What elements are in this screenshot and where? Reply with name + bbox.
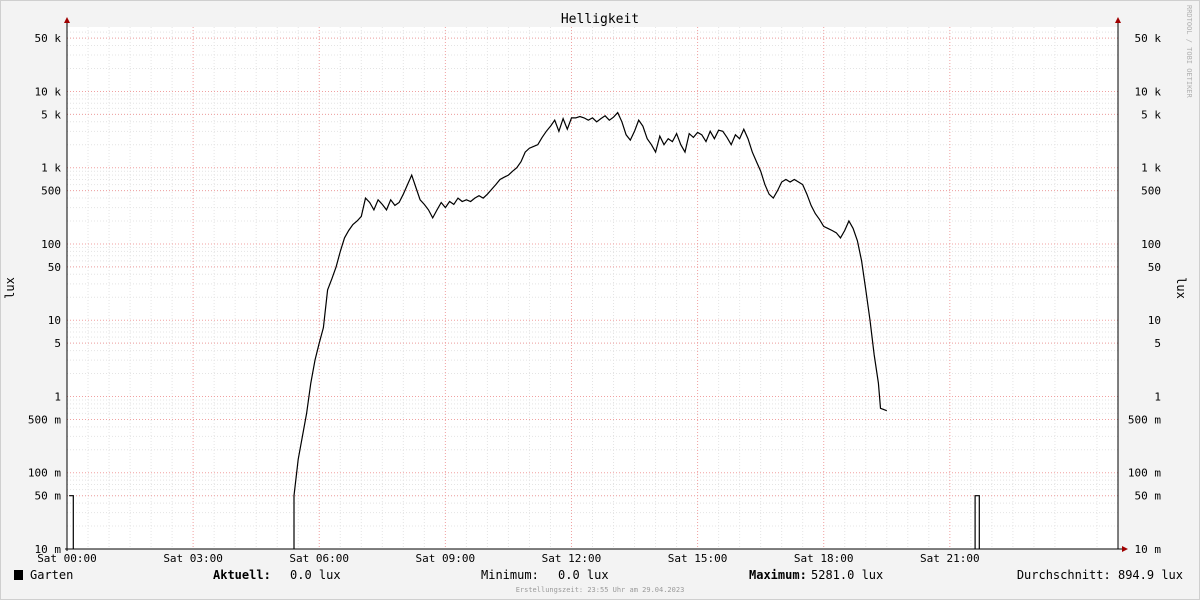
y-tick-label-left: 5 k [41, 108, 61, 121]
y-tick-label-right: 50 [1148, 261, 1161, 274]
y-tick-label-right: 5 [1154, 337, 1161, 350]
y-tick-label-left: 100 [41, 238, 61, 251]
y-tick-label-right: 10 [1148, 314, 1161, 327]
y-tick-label-right: 5 k [1141, 108, 1161, 121]
legend-avg: Durchschnitt: 894.9 lux [1017, 568, 1183, 582]
y-axis-label-left: lux [3, 277, 17, 299]
x-tick-label: Sat 09:00 [416, 552, 476, 565]
legend-max-label: Maximum: [749, 568, 807, 582]
y-tick-label-left: 50 [48, 261, 61, 274]
y-tick-label-left: 5 [54, 337, 61, 350]
y-tick-label-left: 1 k [41, 162, 61, 175]
y-tick-label-right: 10 m [1135, 543, 1162, 556]
y-tick-label-right: 100 [1141, 238, 1161, 251]
y-tick-label-left: 10 k [35, 85, 62, 98]
y-tick-label-right: 1 k [1141, 162, 1161, 175]
legend-avg-value: 894.9 lux [1118, 568, 1183, 582]
y-tick-label-right: 500 m [1128, 413, 1161, 426]
brightness-chart: 10 m 10 m50 m 50 m100 m 100 m500 m 500 m1 15 5… [0, 0, 1200, 600]
legend-current-value: 0.0 lux [290, 568, 341, 582]
y-tick-label-right: 1 [1154, 390, 1161, 403]
x-tick-label: Sat 00:00 [37, 552, 97, 565]
y-tick-label-left: 500 m [28, 413, 61, 426]
legend-current-label: Aktuell: [213, 568, 271, 582]
watermark: RRDTOOL / TOBI OETIKER [1185, 5, 1193, 99]
y-tick-label-left: 50 m [35, 490, 62, 503]
legend-avg-label: Durchschnitt: [1017, 568, 1111, 582]
y-tick-label-right: 100 m [1128, 467, 1161, 480]
x-tick-label: Sat 03:00 [163, 552, 223, 565]
y-tick-label-left: 1 [54, 390, 61, 403]
y-tick-label-left: 100 m [28, 467, 61, 480]
x-tick-label: Sat 15:00 [668, 552, 728, 565]
x-tick-label: Sat 18:00 [794, 552, 854, 565]
legend-min-label: Minimum: [481, 568, 539, 582]
y-tick-label-right: 500 [1141, 185, 1161, 198]
chart-title: Helligkeit [561, 12, 639, 27]
legend-min-value: 0.0 lux [558, 568, 609, 582]
y-tick-label-right: 50 m [1135, 490, 1162, 503]
footer-timestamp: Erstellungszeit: 23:55 Uhr am 29.04.2023 [516, 586, 685, 594]
legend-max-value: 5281.0 lux [811, 568, 883, 582]
y-tick-label-right: 10 k [1135, 85, 1162, 98]
legend-swatch [14, 570, 23, 580]
legend-series-label: Garten [30, 568, 73, 582]
y-tick-label-left: 50 k [35, 32, 62, 45]
y-tick-label-left: 500 [41, 185, 61, 198]
y-tick-label-left: 10 [48, 314, 61, 327]
y-tick-label-right: 50 k [1135, 32, 1162, 45]
rrd-graph: 10 m 10 m 50 m 50 m 100 m 100 m 500 m 500 m1155… [0, 0, 1200, 600]
x-tick-label: Sat 06:00 [289, 552, 349, 565]
x-tick-label: Sat 12:00 [542, 552, 602, 565]
x-tick-label: Sat 21:00 [920, 552, 980, 565]
y-axis-label-right: lux [1174, 277, 1188, 299]
